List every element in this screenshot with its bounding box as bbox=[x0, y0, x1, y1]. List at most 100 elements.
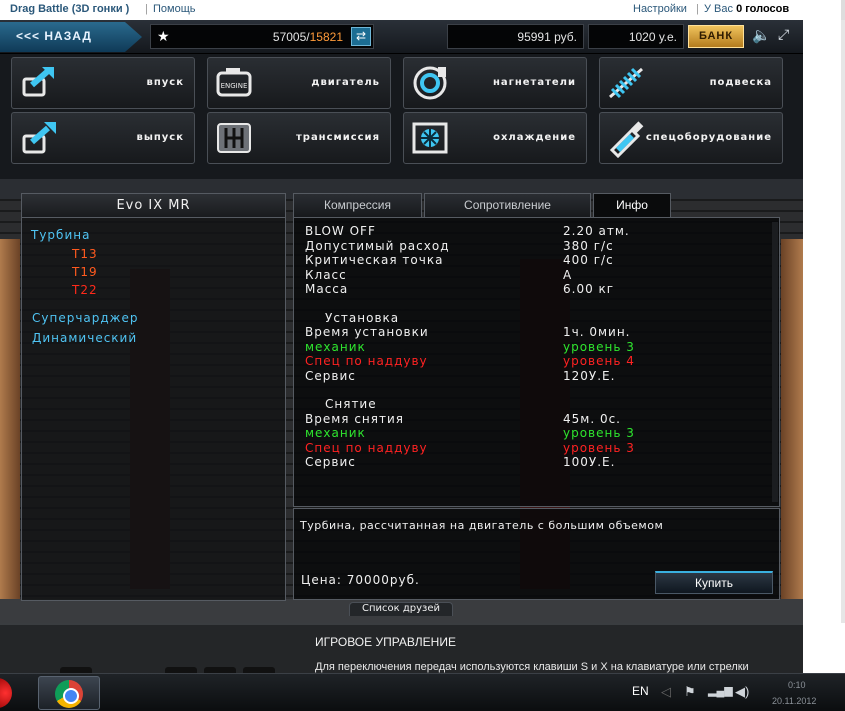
info-row: Сервис 100У.Е. bbox=[305, 455, 765, 470]
car-name: Evo IX MR bbox=[22, 194, 285, 218]
category-transmission[interactable]: трансмиссия bbox=[207, 112, 391, 164]
garage-wall bbox=[0, 239, 20, 599]
info-row: Класс A bbox=[305, 268, 765, 283]
divider bbox=[0, 623, 803, 625]
info-key: Сервис bbox=[305, 369, 356, 383]
volume-icon[interactable]: ◀) bbox=[735, 684, 749, 700]
language-indicator[interactable]: EN bbox=[632, 684, 649, 698]
list-category-dynamic[interactable]: Динамический bbox=[32, 331, 137, 345]
parts-list-panel: Evo IX MR Турбина T13 T19 T22 Суперчардж… bbox=[21, 193, 286, 601]
info-row: механик уровень 3 bbox=[305, 340, 765, 355]
help-link[interactable]: Помощь bbox=[153, 3, 196, 15]
chrome-icon bbox=[55, 680, 83, 708]
cooling-icon bbox=[412, 122, 448, 154]
vk-header: Drag Battle (3D гонки ) | Помощь Настрой… bbox=[0, 0, 845, 20]
category-special-equipment[interactable]: спецоборудование bbox=[599, 112, 783, 164]
tray-arrow-icon[interactable]: ◁ bbox=[661, 684, 671, 700]
exhaust-icon bbox=[22, 122, 56, 154]
info-value: уровень 3 bbox=[563, 441, 635, 455]
fullscreen-icon[interactable]: ⤢ bbox=[778, 26, 798, 46]
category-engine[interactable]: ENGINE двигатель bbox=[207, 57, 391, 109]
heading-text: Снятие bbox=[325, 397, 377, 411]
info-tabs: Компрессия Сопротивление Инфо bbox=[293, 193, 780, 218]
votes-prefix: У Вас bbox=[704, 3, 737, 15]
info-row: Сервис 120У.Е. bbox=[305, 369, 765, 384]
network-icon[interactable]: ▂▄▆ bbox=[708, 684, 733, 697]
category-intake[interactable]: впуск bbox=[11, 57, 195, 109]
page-scrollbar[interactable] bbox=[841, 0, 845, 20]
clock-date[interactable]: 20.11.2012 bbox=[772, 696, 816, 706]
info-row: BLOW OFF 2.20 атм. bbox=[305, 224, 765, 239]
category-superchargers[interactable]: нагнетатели bbox=[403, 57, 587, 109]
info-panel: BLOW OFF 2.20 атм. Допустимый расход 380 г… bbox=[293, 217, 780, 507]
special-equipment-icon bbox=[609, 121, 644, 158]
taskbar-chrome-button[interactable] bbox=[38, 676, 100, 710]
transmission-icon bbox=[217, 123, 251, 153]
controls-title: ИГРОВОЕ УПРАВЛЕНИЕ bbox=[315, 635, 456, 649]
page-margin bbox=[803, 20, 845, 623]
app-title-link[interactable]: Drag Battle (3D гонки ) bbox=[10, 3, 129, 15]
info-value: 120У.Е. bbox=[563, 369, 616, 383]
votes-link[interactable]: У Вас 0 голосов bbox=[704, 3, 789, 15]
info-row: Спец по наддуву уровень 4 bbox=[305, 354, 765, 369]
buy-button[interactable]: Купить bbox=[655, 571, 773, 594]
info-key: Класс bbox=[305, 268, 347, 282]
separator: | bbox=[696, 3, 699, 15]
money-rub-value: 95991 руб. bbox=[517, 30, 577, 44]
tab-compression[interactable]: Компрессия bbox=[293, 193, 422, 218]
experience-value: 57005/15821 bbox=[273, 30, 343, 44]
info-value: 2.20 атм. bbox=[563, 224, 630, 238]
category-label: охлаждение bbox=[493, 132, 576, 143]
votes-value: 0 голосов bbox=[736, 3, 790, 15]
intake-icon bbox=[22, 67, 54, 97]
speaker-icon[interactable]: 🔈 bbox=[752, 26, 772, 46]
game-controls-info: ИГРОВОЕ УПРАВЛЕНИЕ Для переключения пере… bbox=[0, 623, 803, 675]
info-key: Время снятия bbox=[305, 412, 404, 426]
description-panel: Турбина, рассчитанная на двигатель с бол… bbox=[293, 508, 780, 600]
info-value: уровень 4 bbox=[563, 354, 635, 368]
bank-button[interactable]: БАНК bbox=[688, 25, 744, 48]
part-description: Турбина, рассчитанная на двигатель с бол… bbox=[300, 519, 664, 532]
friends-list-tab[interactable]: Список друзей bbox=[349, 602, 453, 616]
info-key: механик bbox=[305, 426, 366, 440]
garage-wall bbox=[781, 239, 803, 599]
heading-text: Установка bbox=[325, 311, 400, 325]
tab-info[interactable]: Инфо bbox=[593, 193, 671, 218]
info-row: Допустимый расход 380 г/с bbox=[305, 239, 765, 254]
suspension-icon bbox=[609, 67, 643, 99]
category-suspension[interactable]: подвеска bbox=[599, 57, 783, 109]
turbo-icon bbox=[413, 66, 447, 100]
back-button[interactable]: <<< НАЗАД bbox=[0, 22, 142, 52]
clock-time[interactable]: 0:10 bbox=[788, 680, 806, 690]
info-key: Масса bbox=[305, 282, 349, 296]
info-value: 100У.Е. bbox=[563, 455, 616, 469]
info-value: 400 г/с bbox=[563, 253, 614, 267]
info-row: Время снятия 45м. 0с. bbox=[305, 412, 765, 427]
game-topbar: <<< НАЗАД ★ 57005/15821 ⇄ 95991 руб. 102… bbox=[0, 20, 803, 54]
category-label: впуск bbox=[146, 77, 184, 88]
flag-icon[interactable]: ⚑ bbox=[684, 684, 696, 700]
info-value: 45м. 0с. bbox=[563, 412, 621, 426]
list-item-t22[interactable]: T22 bbox=[72, 283, 98, 297]
category-exhaust[interactable]: выпуск bbox=[11, 112, 195, 164]
list-item-t13[interactable]: T13 bbox=[72, 247, 98, 261]
info-scrollbar[interactable] bbox=[772, 222, 778, 502]
category-label: подвеска bbox=[709, 77, 772, 88]
info-value: 380 г/с bbox=[563, 239, 614, 253]
settings-link[interactable]: Настройки bbox=[633, 3, 687, 15]
vertical-scrollbar[interactable] bbox=[841, 20, 845, 623]
separator: | bbox=[145, 3, 148, 15]
list-item-t19[interactable]: T19 bbox=[72, 265, 98, 279]
tab-resistance[interactable]: Сопротивление bbox=[424, 193, 591, 218]
star-icon: ★ bbox=[157, 28, 170, 44]
start-button[interactable] bbox=[0, 678, 12, 708]
category-cooling[interactable]: охлаждение bbox=[403, 112, 587, 164]
svg-text:ENGINE: ENGINE bbox=[221, 82, 248, 90]
info-key: Спец по наддуву bbox=[305, 354, 428, 368]
list-category-turbo[interactable]: Турбина bbox=[31, 228, 90, 242]
info-key: BLOW OFF bbox=[305, 224, 376, 238]
list-category-supercharger[interactable]: Суперчарджер bbox=[32, 311, 139, 325]
info-heading-install: Установка bbox=[305, 311, 765, 326]
refresh-icon[interactable]: ⇄ bbox=[351, 27, 371, 46]
xp-max: 15821 bbox=[309, 30, 343, 44]
